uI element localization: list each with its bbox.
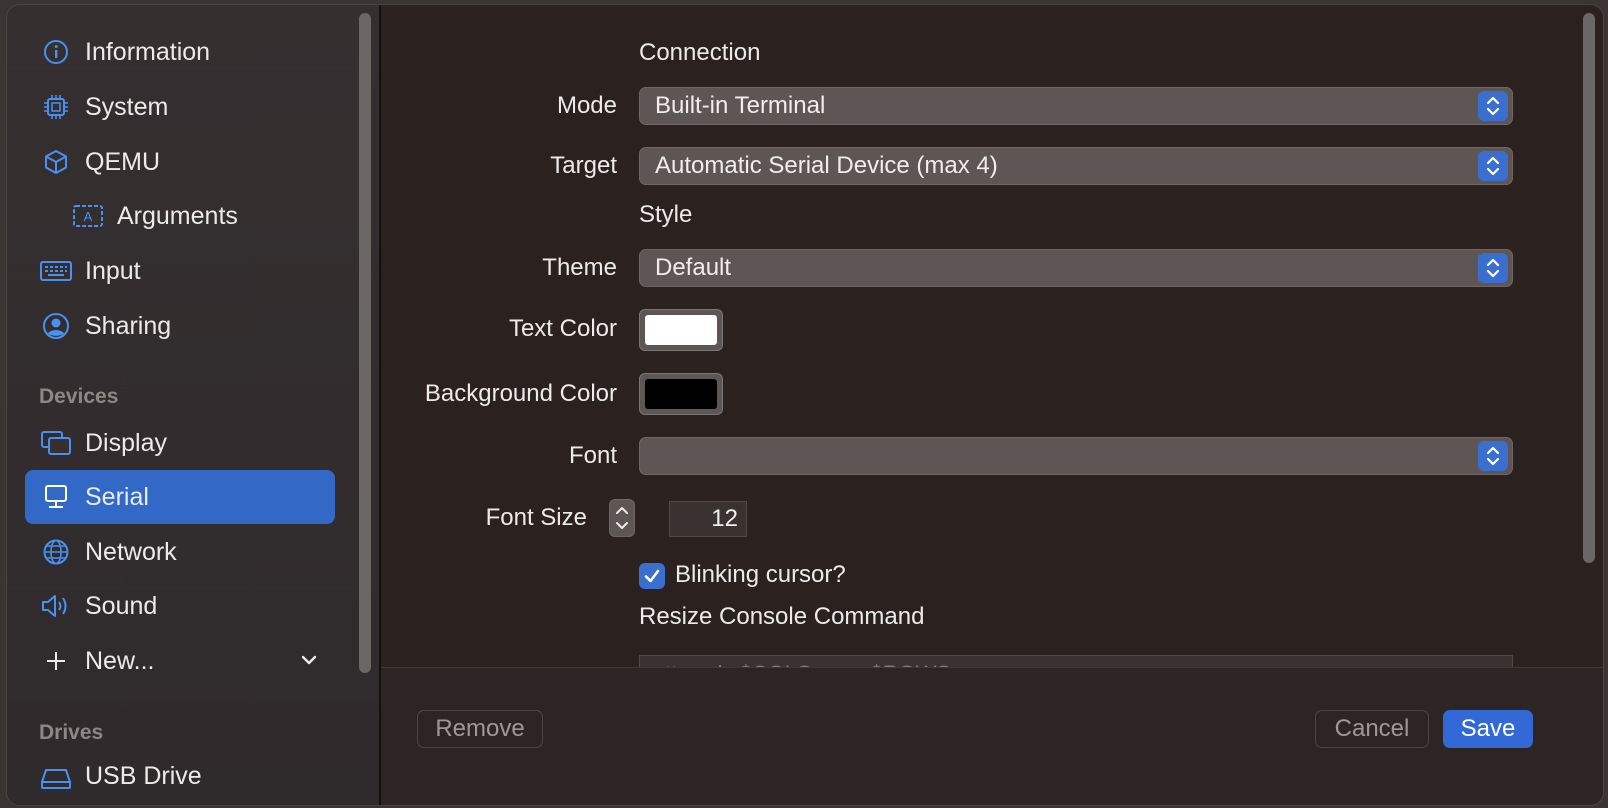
font-size-field[interactable]: 12 bbox=[669, 501, 747, 537]
chevron-down-icon bbox=[299, 648, 319, 677]
sidebar-item-label: Serial bbox=[85, 482, 149, 511]
sidebar-item-label: Sound bbox=[85, 591, 158, 620]
sidebar-item-label: System bbox=[85, 92, 169, 121]
theme-popup[interactable]: Default bbox=[639, 249, 1513, 287]
chevron-updown-icon bbox=[1478, 151, 1508, 181]
checkmark-icon bbox=[644, 569, 660, 583]
text-color-swatch bbox=[645, 315, 717, 345]
target-label: Target bbox=[550, 152, 617, 179]
sidebar-item-label: Arguments bbox=[117, 201, 238, 230]
sidebar-item-label: Display bbox=[85, 428, 167, 457]
sidebar-item-label: Information bbox=[85, 37, 211, 66]
sidebar-item-label: Input bbox=[85, 256, 141, 285]
sidebar-item-information[interactable]: Information bbox=[25, 25, 335, 79]
target-value: Automatic Serial Device (max 4) bbox=[655, 152, 998, 179]
info-circle-icon bbox=[39, 35, 73, 69]
style-heading: Style bbox=[639, 201, 693, 228]
plus-icon bbox=[39, 644, 73, 678]
sidebar-item-qemu[interactable]: QEMU bbox=[25, 135, 335, 189]
svg-text:A: A bbox=[84, 209, 93, 224]
speaker-icon bbox=[39, 589, 73, 623]
resize-command-heading: Resize Console Command bbox=[639, 603, 925, 630]
serial-settings-panel: Connection Mode Built-in Terminal Target… bbox=[381, 5, 1603, 695]
mode-label: Mode bbox=[556, 92, 617, 119]
mode-popup[interactable]: Built-in Terminal bbox=[639, 87, 1513, 125]
sidebar-item-usb-drive[interactable]: USB Drive bbox=[25, 749, 335, 803]
theme-label: Theme bbox=[542, 254, 617, 281]
drives-heading: Drives bbox=[39, 721, 104, 744]
blinking-cursor-checkbox[interactable] bbox=[639, 563, 665, 589]
content-scrollbar[interactable] bbox=[1583, 13, 1595, 563]
sidebar-item-serial[interactable]: Serial bbox=[25, 470, 335, 524]
font-popup[interactable] bbox=[639, 437, 1513, 475]
person-circle-icon bbox=[39, 309, 73, 343]
background-color-label: Background Color bbox=[424, 380, 617, 407]
sidebar-item-label: Network bbox=[85, 537, 177, 566]
connection-heading: Connection bbox=[639, 39, 761, 66]
sidebar-item-sound[interactable]: Sound bbox=[25, 579, 335, 633]
theme-value: Default bbox=[655, 254, 732, 281]
sidebar: Information System QEMU A Arguments Inpu… bbox=[7, 5, 381, 805]
mode-value: Built-in Terminal bbox=[655, 92, 826, 119]
blinking-cursor-label: Blinking cursor? bbox=[675, 561, 846, 588]
sidebar-item-label: QEMU bbox=[85, 147, 160, 176]
sidebar-item-input[interactable]: Input bbox=[25, 244, 335, 298]
cpu-chip-icon bbox=[39, 90, 73, 124]
save-button[interactable]: Save bbox=[1443, 710, 1533, 748]
cube-icon bbox=[39, 145, 73, 179]
sidebar-item-label: Sharing bbox=[85, 311, 172, 340]
sidebar-item-network[interactable]: Network bbox=[25, 525, 335, 579]
settings-window: Information System QEMU A Arguments Inpu… bbox=[6, 4, 1604, 806]
cancel-button[interactable]: Cancel bbox=[1315, 710, 1429, 748]
chevron-updown-icon bbox=[1478, 91, 1508, 121]
drive-icon bbox=[39, 759, 73, 793]
new-device-label: New... bbox=[85, 646, 155, 675]
keyboard-icon bbox=[39, 254, 73, 288]
sidebar-item-arguments[interactable]: A Arguments bbox=[25, 189, 335, 243]
background-color-swatch bbox=[645, 379, 717, 409]
font-label: Font bbox=[568, 442, 617, 469]
terminal-monitor-icon bbox=[39, 480, 73, 514]
globe-icon bbox=[39, 535, 73, 569]
background-color-well[interactable] bbox=[639, 373, 723, 415]
new-device-button[interactable]: New... bbox=[25, 634, 335, 688]
sidebar-item-display[interactable]: Display bbox=[25, 416, 335, 470]
footer-bar: Remove Cancel Save bbox=[381, 667, 1603, 805]
sidebar-scrollbar[interactable] bbox=[359, 13, 371, 673]
font-size-label: Font Size bbox=[485, 504, 587, 531]
target-popup[interactable]: Automatic Serial Device (max 4) bbox=[639, 147, 1513, 185]
remove-button[interactable]: Remove bbox=[417, 710, 543, 748]
font-size-stepper[interactable] bbox=[609, 499, 635, 537]
stepper-arrows-icon bbox=[616, 507, 628, 529]
sidebar-item-system[interactable]: System bbox=[25, 80, 335, 134]
chevron-updown-icon bbox=[1478, 253, 1508, 283]
devices-heading: Devices bbox=[39, 385, 119, 408]
chevron-updown-icon bbox=[1478, 441, 1508, 471]
display-windows-icon bbox=[39, 426, 73, 460]
sidebar-item-sharing[interactable]: Sharing bbox=[25, 299, 335, 353]
text-color-label: Text Color bbox=[508, 315, 617, 342]
text-box-icon: A bbox=[71, 199, 105, 233]
text-color-well[interactable] bbox=[639, 309, 723, 351]
sidebar-item-label: USB Drive bbox=[85, 761, 202, 790]
